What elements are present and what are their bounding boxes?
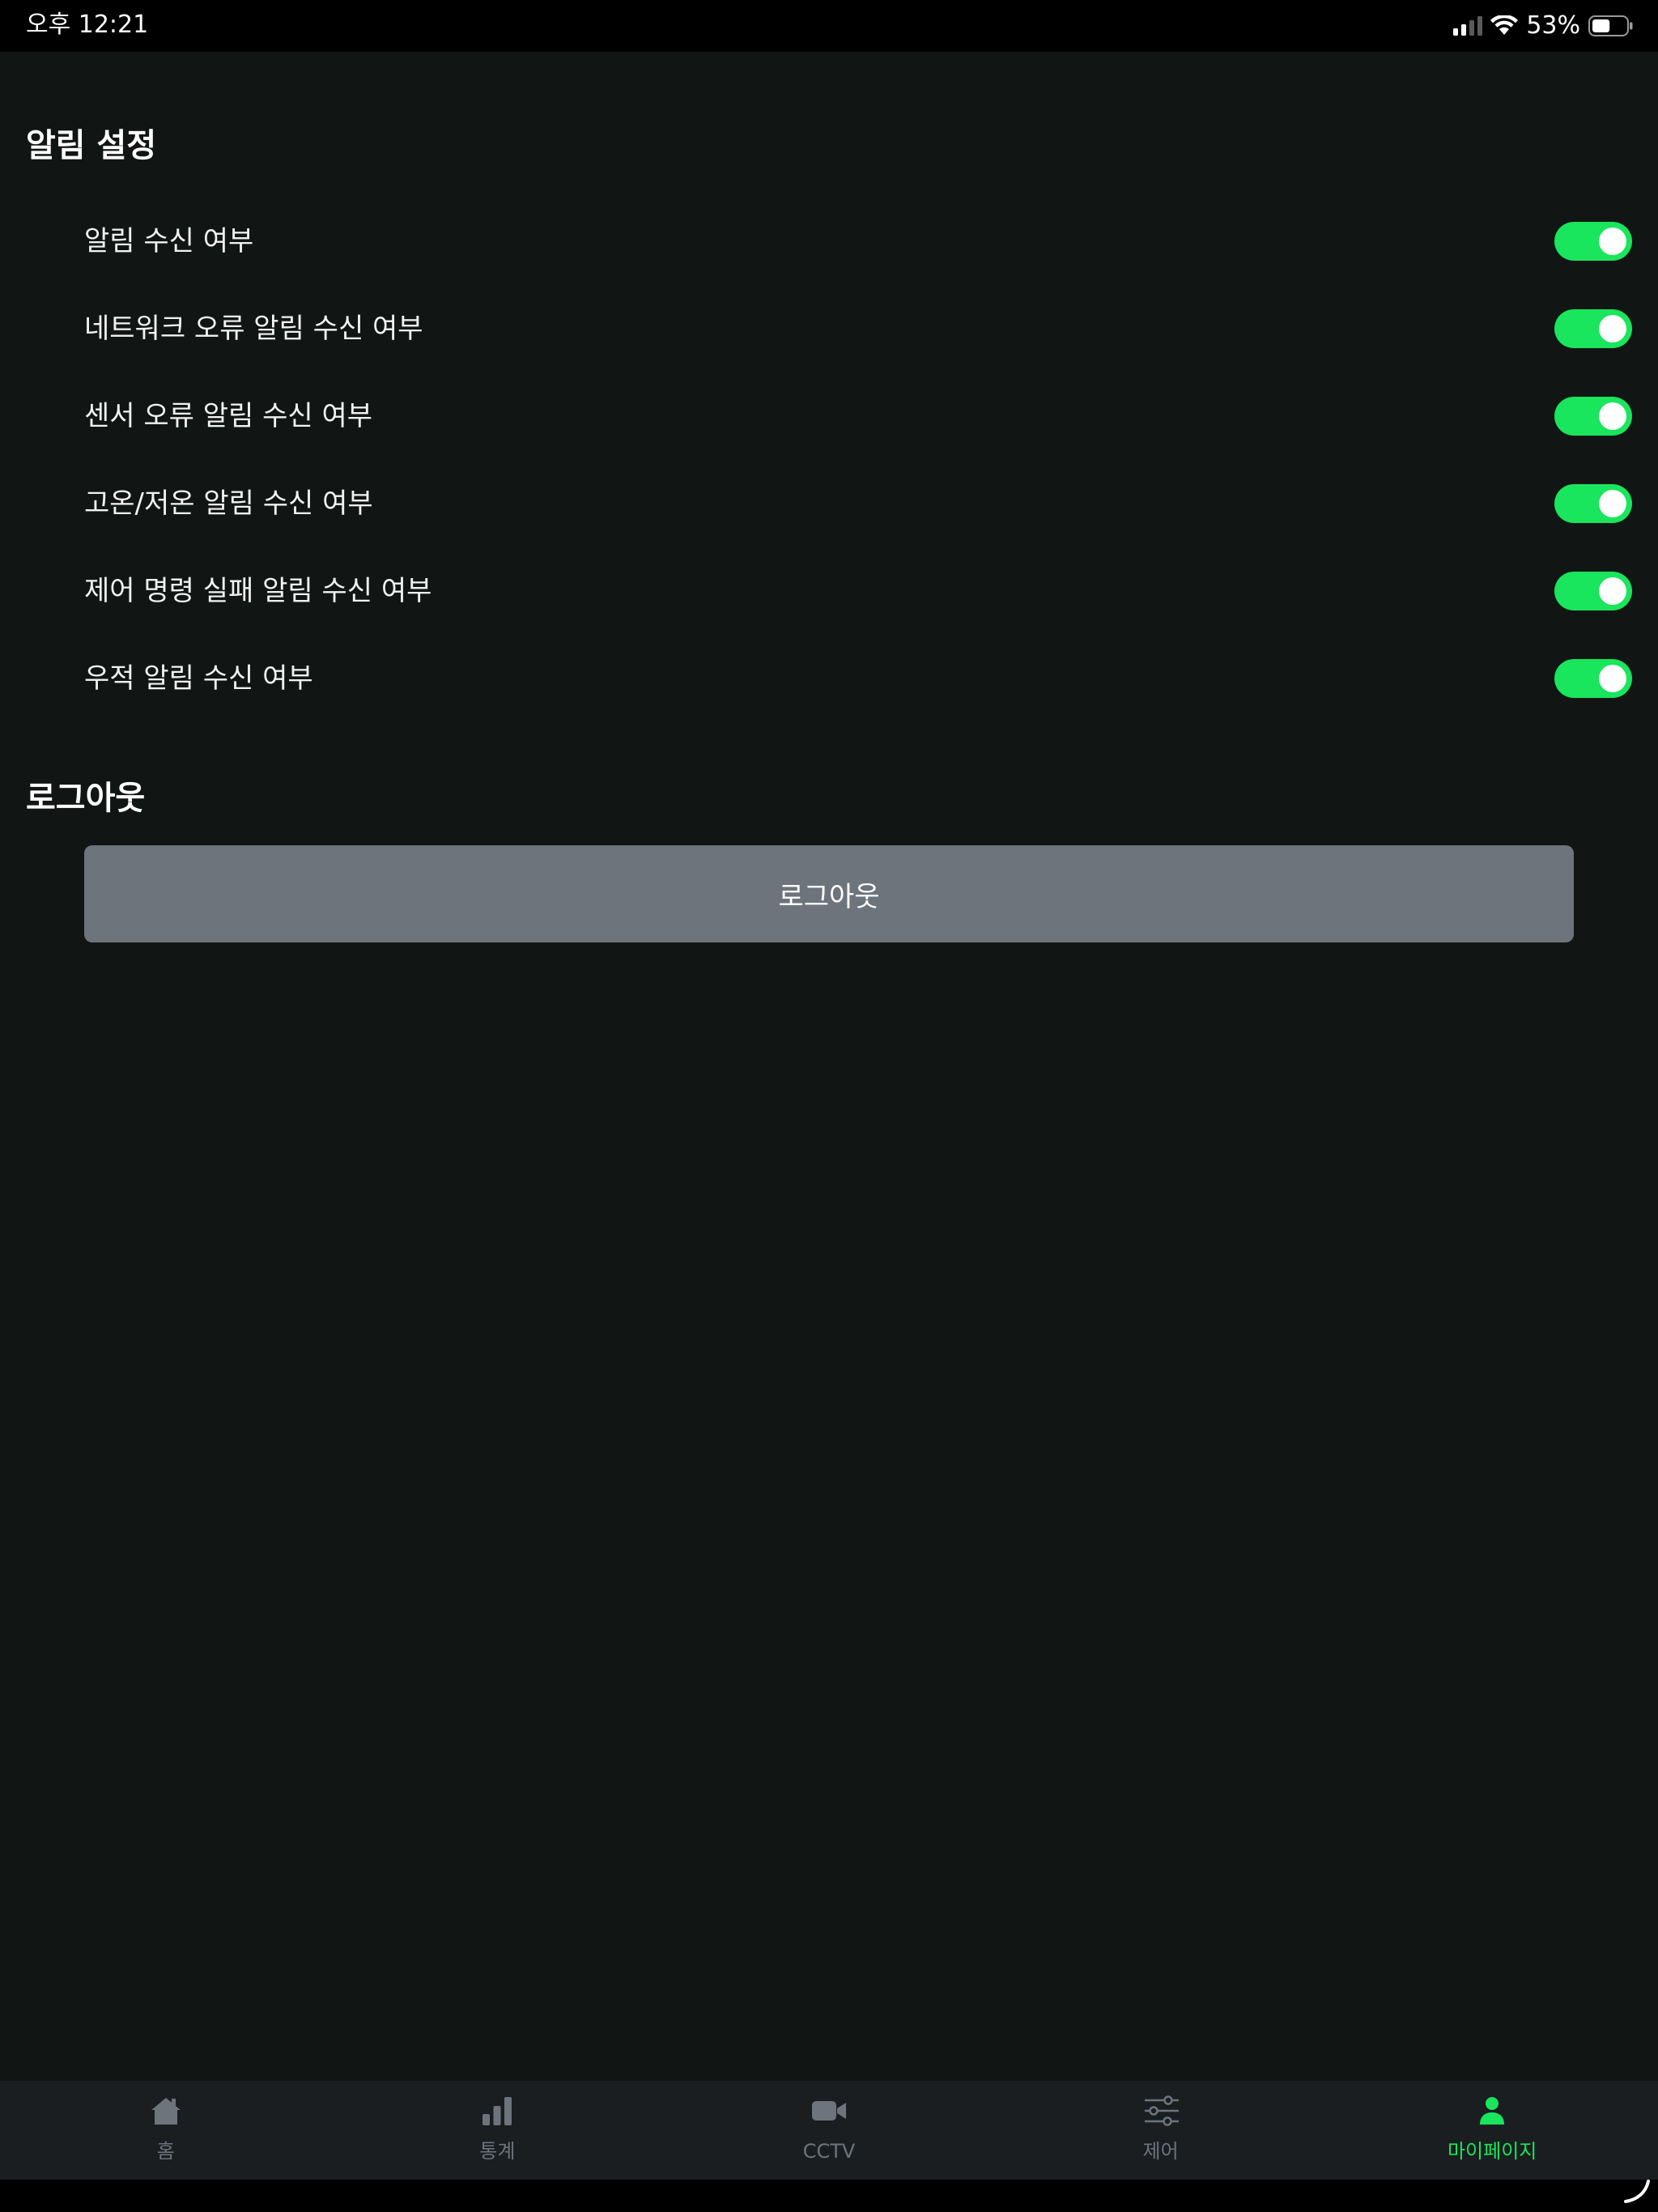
toggle-label: 제어 명령 실패 알림 수신 여부 [84, 575, 432, 607]
home-indicator-area [0, 2180, 1658, 2212]
tab-cctv[interactable]: CCTV [663, 2081, 995, 2180]
toggle-label: 우적 알림 수신 여부 [84, 662, 313, 695]
battery-percent: 53% [1526, 11, 1580, 40]
tab-label: 홈 [156, 2140, 175, 2163]
status-indicators: 53% [1453, 11, 1634, 40]
tab-mypage[interactable]: 마이페이지 [1326, 2081, 1658, 2180]
switch-knob [1599, 228, 1626, 255]
temperature-toggle-switch[interactable] [1554, 484, 1632, 523]
sliders-icon [1143, 2092, 1179, 2129]
user-icon [1476, 2092, 1508, 2129]
toggle-label: 센서 오류 알림 수신 여부 [84, 400, 373, 432]
home-icon [150, 2092, 182, 2129]
tab-control[interactable]: 제어 [995, 2081, 1327, 2180]
toggle-label: 고온/저온 알림 수신 여부 [84, 487, 373, 520]
logout-section-title: 로그아웃 [26, 780, 146, 817]
status-bar: 오후 12:21 53% [0, 0, 1658, 52]
toggle-row-control-failure: 제어 명령 실패 알림 수신 여부 [84, 570, 1632, 619]
tab-label: CCTV [802, 2140, 856, 2163]
status-time: 오후 12:21 [26, 11, 149, 39]
network-error-toggle-switch[interactable] [1554, 309, 1632, 348]
switch-knob [1599, 315, 1626, 342]
tab-label: 제어 [1142, 2140, 1179, 2163]
battery-icon [1588, 15, 1634, 36]
wifi-icon [1490, 15, 1519, 36]
bottom-tab-bar: 홈 통계 CCTV 제어 마이페이지 [0, 2081, 1658, 2180]
tab-statistics[interactable]: 통계 [332, 2081, 664, 2180]
control-failure-toggle-switch[interactable] [1554, 572, 1632, 610]
my-page-screen: 오후 12:21 53% 알림 설정 알림 수신 여부 네트워크 오류 알림 수… [0, 0, 1658, 2212]
tab-label: 마이페이지 [1447, 2140, 1537, 2163]
pencil-hover-icon [1622, 2178, 1652, 2207]
switch-knob [1599, 490, 1626, 517]
switch-knob [1599, 402, 1626, 430]
toggle-label: 네트워크 오류 알림 수신 여부 [84, 313, 423, 345]
toggle-row-notifications: 알림 수신 여부 [84, 220, 1632, 269]
logout-button[interactable]: 로그아웃 [84, 845, 1574, 942]
switch-knob [1599, 665, 1626, 692]
tab-label: 통계 [479, 2140, 516, 2163]
toggle-row-sensor-error: 센서 오류 알림 수신 여부 [84, 395, 1632, 444]
rain-toggle-switch[interactable] [1554, 659, 1632, 698]
video-camera-icon [811, 2092, 847, 2129]
toggle-label: 알림 수신 여부 [84, 225, 254, 257]
toggle-row-rain: 우적 알림 수신 여부 [84, 657, 1632, 706]
signal-icon [1453, 16, 1484, 36]
toggle-row-temperature: 고온/저온 알림 수신 여부 [84, 483, 1632, 531]
tab-home[interactable]: 홈 [0, 2081, 332, 2180]
notification-settings-title: 알림 설정 [26, 127, 157, 164]
notification-toggle-switch[interactable] [1554, 222, 1632, 261]
toggle-row-network-error: 네트워크 오류 알림 수신 여부 [84, 308, 1632, 356]
sensor-error-toggle-switch[interactable] [1554, 397, 1632, 436]
bar-chart-icon [481, 2092, 513, 2129]
switch-knob [1599, 577, 1626, 605]
